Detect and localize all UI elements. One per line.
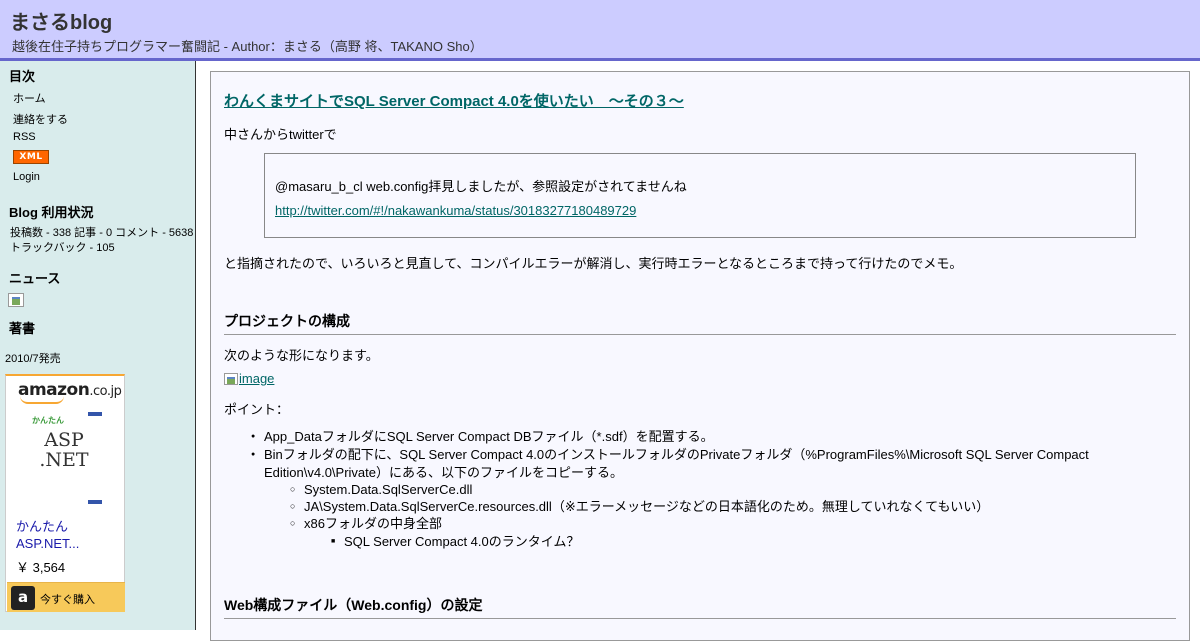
site-title[interactable]: まさるblog [10, 6, 112, 35]
image-link[interactable]: image [224, 371, 274, 386]
list-item: Binフォルダの配下に、SQL Server Compact 4.0のインストー… [251, 446, 1089, 464]
points-label: ポイント： [224, 402, 290, 417]
book-cover-tag: かんたん [32, 416, 64, 425]
quote-text: @masaru_b_cl web.config拝見しましたが、参照設定がされてま… [275, 179, 687, 194]
sidebar-link-rss[interactable]: RSS [13, 131, 36, 143]
amazon-smile-icon [20, 396, 64, 404]
amazon-widget: amazon.co.jp かんたん ASP .NET かんたん ASP.NET...… [5, 374, 125, 612]
sub-list-item: System.Data.SqlServerCe.dll [290, 480, 472, 499]
post-paragraph: と指摘されたので、いろいろと見直して、コンパイルエラーが解消し、実行時エラーとな… [224, 256, 963, 271]
section-heading-webconfig: Web構成ファイル（Web.config）の設定 [224, 595, 1176, 619]
stats-posts: 投稿数 - 338 記事 - 0 コメント - 5638 [10, 227, 194, 239]
section-heading-project: プロジェクトの構成 [224, 311, 1176, 335]
sidebar: 目次 ホーム 連絡をする RSS XML Login Blog 利用状況 投稿数… [0, 61, 196, 630]
broken-image-icon [224, 373, 238, 385]
book-cover-title: ASP .NET [39, 429, 89, 471]
sidebar-link-contact[interactable]: 連絡をする [13, 111, 68, 127]
book-price: ￥ 3,564 [16, 560, 66, 575]
books-heading: 著書 [9, 321, 36, 336]
list-item: App_DataフォルダにSQL Server Compact DBファイル（*… [251, 428, 714, 446]
quote-link[interactable]: http://twitter.com/#!/nakawankuma/status… [275, 203, 636, 218]
book-cover[interactable]: かんたん ASP .NET [28, 410, 108, 506]
post-content: わんくまサイトでSQL Server Compact 4.0を使いたい ～その３… [210, 71, 1190, 641]
stats-heading: Blog 利用状況 [9, 205, 94, 220]
cover-stripe [88, 412, 102, 416]
buy-now-button[interactable]: a 今すぐ購入 [7, 582, 125, 612]
post-intro: 中さんからtwitterで [224, 127, 337, 142]
broken-image-icon [8, 293, 24, 307]
sub-list-item: JA\System.Data.SqlServerCe.resources.dll… [290, 497, 989, 516]
sidebar-link-home[interactable]: ホーム [13, 90, 46, 106]
xml-feed-icon[interactable]: XML [13, 150, 49, 164]
news-heading: ニュース [9, 271, 61, 286]
book-name-link[interactable]: かんたん ASP.NET... [16, 518, 79, 552]
section-intro: 次のような形になります。 [224, 348, 379, 363]
sub-list-item: x86フォルダの中身全部 [290, 514, 442, 533]
toc-heading: 目次 [9, 69, 36, 84]
buy-now-label: 今すぐ購入 [40, 594, 95, 606]
site-header: まさるblog 越後在住子持ちプログラマー奮闘記 - Author：まさる（高野… [0, 0, 1200, 61]
sub-sub-list-item: SQL Server Compact 4.0のランタイム？ [331, 533, 579, 551]
blockquote: @masaru_b_cl web.config拝見しましたが、参照設定がされてま… [264, 153, 1136, 238]
amazon-icon: a [11, 586, 35, 610]
post-title[interactable]: わんくまサイトでSQL Server Compact 4.0を使いたい ～その３… [224, 90, 684, 111]
sidebar-link-login[interactable]: Login [13, 171, 40, 183]
list-item-continuation: Edition\v4.0\Private）にある、以下のファイルをコピーする。 [264, 465, 624, 480]
stats-trackbacks: トラックバック - 105 [10, 242, 115, 254]
site-description: 越後在住子持ちプログラマー奮闘記 - Author：まさる（高野 将、TAKAN… [12, 39, 483, 54]
cover-stripe [88, 500, 102, 504]
release-date: 2010/7発売 [5, 353, 61, 365]
